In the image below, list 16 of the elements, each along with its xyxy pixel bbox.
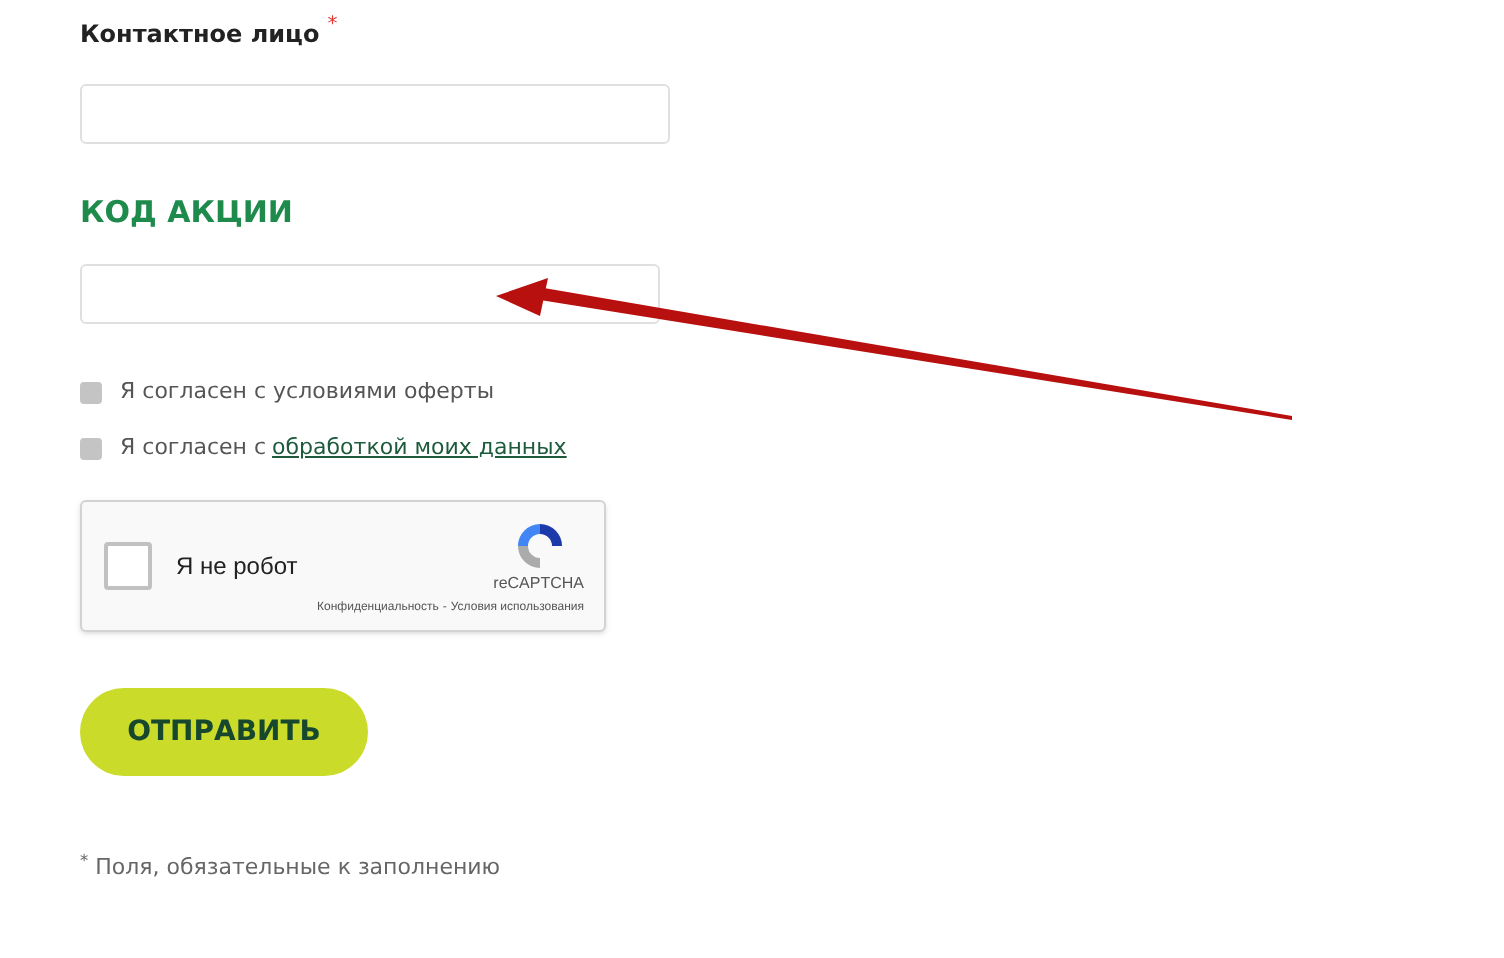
field-label: Контактное лицо [80,18,320,52]
footnote: $^{*}$ Поля, обязательные к заполнению [80,852,503,884]
checkbox-label: Я согласен с условиями оферты [120,375,495,408]
input-field[interactable] [80,264,660,324]
checkbox[interactable] [104,542,152,590]
link[interactable]: обработкой моих данных [272,431,567,465]
captcha-label: Я не робот [176,550,298,584]
submit-button[interactable]: ОТПРАВИТЬ [80,688,368,776]
required-mark: * [327,16,338,36]
checkbox-label: Я согласен с [120,431,267,464]
checkbox[interactable] [80,437,102,459]
input-field[interactable] [80,84,670,144]
recaptcha-logo-icon [512,518,568,574]
checkbox[interactable] [80,381,102,403]
brand-label: reCAPTCHA [493,574,584,594]
section-heading: КОД АКЦИИ [80,192,295,232]
